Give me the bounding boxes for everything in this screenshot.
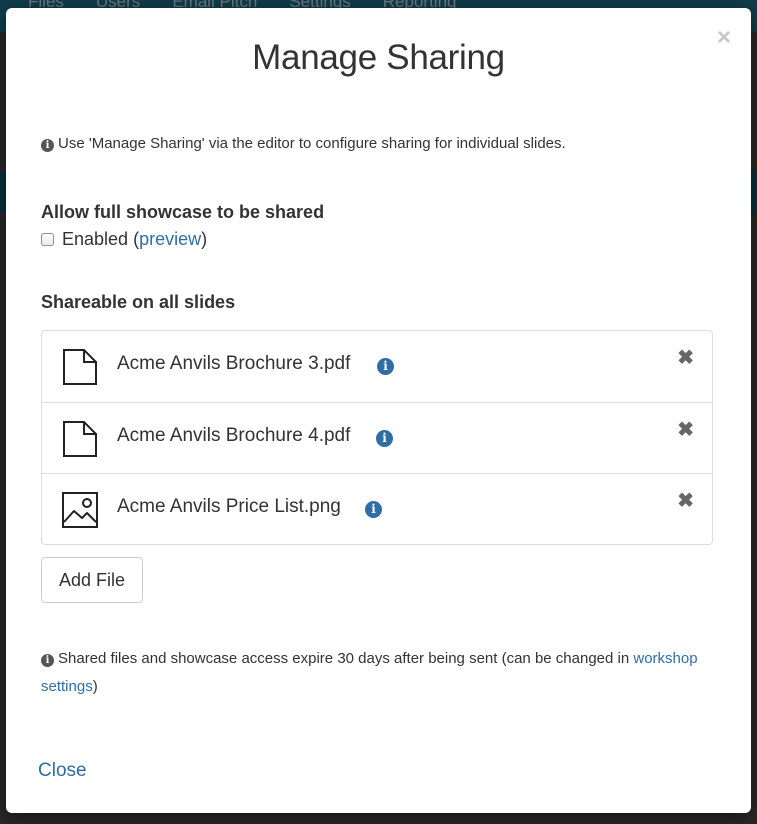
enabled-checkbox[interactable] (41, 233, 54, 246)
document-icon (63, 421, 97, 457)
file-info-icon[interactable]: i (377, 358, 394, 375)
remove-file-icon[interactable]: ✖ (677, 348, 694, 368)
modal-title: Manage Sharing (252, 38, 505, 77)
add-file-button[interactable]: Add File (41, 557, 143, 603)
file-name: Acme Anvils Brochure 4.pdf (117, 425, 351, 446)
info-note-bottom: i Shared files and showcase access expire… (41, 645, 721, 701)
info-note-bottom-text: Shared files and showcase access expire … (58, 650, 634, 667)
shareable-heading: Shareable on all slides (41, 292, 236, 312)
enabled-row: Enabled ( preview ) (41, 229, 207, 250)
info-circle-icon: i (41, 654, 54, 667)
manage-sharing-modal: Manage Sharing × i Use 'Manage Sharing' v… (6, 8, 751, 813)
file-name: Acme Anvils Price List.png (117, 496, 341, 517)
file-name: Acme Anvils Brochure 3.pdf (117, 353, 351, 374)
paren-open: ( (128, 229, 140, 249)
file-row: Acme Anvils Brochure 4.pdf i ✖ (42, 402, 712, 473)
document-icon (63, 349, 97, 385)
remove-file-icon[interactable]: ✖ (677, 420, 694, 440)
image-icon (62, 492, 98, 528)
file-row: Acme Anvils Price List.png i ✖ (42, 473, 712, 544)
info-note-bottom-end: ) (92, 678, 98, 695)
close-icon[interactable]: × (717, 26, 731, 50)
preview-link[interactable]: preview (139, 229, 201, 250)
info-circle-icon: i (41, 139, 54, 152)
shareable-file-list: Acme Anvils Brochure 3.pdf i ✖ Acme Anvi… (41, 330, 713, 545)
full-showcase-heading: Allow full showcase to be shared (41, 202, 325, 222)
paren-close: ) (201, 229, 208, 249)
remove-file-icon[interactable]: ✖ (677, 491, 694, 511)
file-info-icon[interactable]: i (376, 430, 393, 447)
file-row: Acme Anvils Brochure 3.pdf i ✖ (42, 331, 712, 402)
file-info-icon[interactable]: i (365, 501, 382, 518)
close-link[interactable]: Close (38, 760, 87, 782)
info-note-top-text: Use 'Manage Sharing' via the editor to c… (58, 135, 566, 152)
info-note-top: i Use 'Manage Sharing' via the editor to … (41, 130, 566, 158)
enabled-label: Enabled (62, 229, 129, 249)
